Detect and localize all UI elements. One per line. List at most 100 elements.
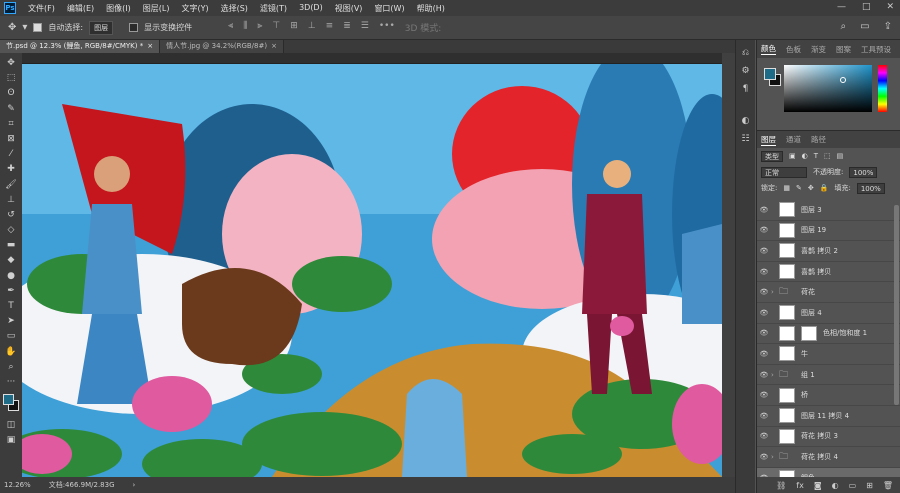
- layer-thumbnail[interactable]: [779, 202, 795, 218]
- close-window-button[interactable]: ✕: [886, 2, 894, 12]
- show-transform-checkbox[interactable]: [129, 23, 139, 32]
- tab-channels[interactable]: 通道: [786, 134, 801, 145]
- search-icon[interactable]: ⌕: [841, 21, 847, 32]
- layer-row[interactable]: 👁 图层 3: [757, 200, 900, 221]
- visibility-eye-icon[interactable]: 👁: [757, 247, 771, 255]
- menu-item[interactable]: 文件(F): [22, 3, 61, 14]
- color-cursor[interactable]: [840, 77, 846, 83]
- dodge-tool-icon[interactable]: ●: [4, 269, 18, 284]
- tab-color[interactable]: 颜色: [761, 43, 776, 55]
- align-left-icon[interactable]: ⫷: [228, 21, 233, 34]
- layer-thumbnail[interactable]: [779, 222, 795, 238]
- clone-stamp-tool-icon[interactable]: ⊥: [4, 193, 18, 208]
- lock-pixels-icon[interactable]: ▦: [783, 184, 790, 192]
- libraries-icon[interactable]: ☷: [739, 132, 753, 146]
- fill-input[interactable]: 100%: [856, 182, 885, 194]
- visibility-eye-icon[interactable]: 👁: [757, 350, 771, 358]
- menu-item[interactable]: 文字(Y): [175, 3, 214, 14]
- tab-swatches[interactable]: 色板: [786, 44, 801, 55]
- visibility-eye-icon[interactable]: 👁: [757, 371, 771, 379]
- workspace-icon[interactable]: ▭: [860, 21, 869, 32]
- adjustments-icon[interactable]: ◐: [739, 114, 753, 128]
- quick-mask-icon[interactable]: ◫: [4, 418, 18, 433]
- saturation-field[interactable]: [784, 65, 872, 112]
- layer-row[interactable]: 👁 › 🗀 荷花 拷贝 4: [757, 447, 900, 468]
- lock-position-icon[interactable]: ✥: [808, 184, 814, 192]
- chevron-down-icon[interactable]: ▾: [22, 22, 27, 33]
- align-bottom-icon[interactable]: ⊥: [308, 21, 316, 34]
- mask-icon[interactable]: ◙: [814, 481, 822, 490]
- folder-icon[interactable]: ▭: [849, 481, 857, 490]
- minimize-button[interactable]: —: [837, 2, 846, 12]
- foreground-color-swatch[interactable]: [764, 68, 776, 80]
- visibility-eye-icon[interactable]: 👁: [757, 226, 771, 234]
- align-right-icon[interactable]: ⫸: [257, 21, 262, 34]
- blend-mode-dropdown[interactable]: 正常: [761, 166, 807, 178]
- healing-brush-tool-icon[interactable]: ✚: [4, 162, 18, 177]
- layer-row[interactable]: 👁 色相/饱和度 1: [757, 324, 900, 345]
- new-layer-icon[interactable]: ⊞: [866, 481, 873, 490]
- lasso-tool-icon[interactable]: ʘ: [4, 86, 18, 101]
- layers-scrollbar[interactable]: [894, 205, 899, 405]
- layer-thumbnail[interactable]: [779, 243, 795, 259]
- layer-row[interactable]: 👁鲤鱼: [757, 467, 900, 477]
- visibility-eye-icon[interactable]: 👁: [757, 288, 771, 296]
- auto-select-dropdown[interactable]: 图层: [89, 20, 114, 35]
- layer-row[interactable]: 👁 图层 11 拷贝 4: [757, 406, 900, 427]
- distribute-bottom-icon[interactable]: ☰: [361, 21, 369, 34]
- more-tools-icon[interactable]: ···: [4, 375, 18, 390]
- zoom-tool-icon[interactable]: ⌕: [4, 360, 18, 375]
- gradient-tool-icon[interactable]: ▬: [4, 238, 18, 253]
- lock-paint-icon[interactable]: ✎: [796, 184, 802, 192]
- paragraph-icon[interactable]: ¶: [739, 82, 753, 96]
- layer-thumbnail[interactable]: [779, 346, 795, 362]
- adjustment-thumbnail[interactable]: [779, 325, 795, 341]
- tab-close-icon[interactable]: ×: [147, 42, 153, 50]
- align-top-icon[interactable]: ⊤: [272, 21, 280, 34]
- layer-row[interactable]: 👁 › 🗀 荷花: [757, 282, 900, 303]
- distribute-top-icon[interactable]: ≡: [326, 21, 334, 34]
- crop-tool-icon[interactable]: ⌗: [4, 117, 18, 132]
- link-icon[interactable]: ⛓: [776, 481, 786, 490]
- layer-filter-dropdown[interactable]: 类型: [761, 150, 783, 162]
- visibility-eye-icon[interactable]: 👁: [757, 391, 771, 399]
- visibility-eye-icon[interactable]: 👁: [757, 309, 771, 317]
- layer-row[interactable]: 👁 桥: [757, 385, 900, 406]
- marquee-tool-icon[interactable]: ⬚: [4, 71, 18, 86]
- eraser-tool-icon[interactable]: ◇: [4, 223, 18, 238]
- screen-mode-icon[interactable]: ▣: [4, 433, 18, 448]
- menu-item[interactable]: 窗口(W): [368, 3, 410, 14]
- layer-thumbnail[interactable]: [779, 264, 795, 280]
- document-canvas[interactable]: [22, 64, 722, 477]
- layer-thumbnail[interactable]: [779, 387, 795, 403]
- menu-item[interactable]: 视图(V): [329, 3, 369, 14]
- history-icon[interactable]: ⎌: [739, 46, 753, 60]
- chevron-right-icon[interactable]: ›: [771, 453, 779, 461]
- layer-row[interactable]: 👁 喜鹊 拷贝: [757, 262, 900, 283]
- layer-row[interactable]: 👁 荷花 拷贝 3: [757, 427, 900, 448]
- visibility-eye-icon[interactable]: 👁: [757, 206, 771, 214]
- tab-tool-presets[interactable]: 工具预设: [861, 44, 891, 55]
- distribute-middle-icon[interactable]: ≣: [343, 21, 351, 34]
- status-arrow-icon[interactable]: ›: [133, 481, 136, 489]
- layer-row[interactable]: 👁 牛: [757, 344, 900, 365]
- zoom-level[interactable]: 12.26%: [4, 481, 31, 489]
- hand-tool-icon[interactable]: ✋: [4, 345, 18, 360]
- align-middle-icon[interactable]: ⊞: [290, 21, 298, 34]
- tab-patterns[interactable]: 图案: [836, 44, 851, 55]
- pen-tool-icon[interactable]: ✒: [4, 284, 18, 299]
- maximize-button[interactable]: □: [862, 2, 871, 12]
- visibility-eye-icon[interactable]: 👁: [757, 412, 771, 420]
- menu-item[interactable]: 滤镜(T): [254, 3, 293, 14]
- fx-icon[interactable]: fx: [796, 481, 804, 490]
- history-brush-tool-icon[interactable]: ↺: [4, 208, 18, 223]
- tab-current-document[interactable]: 节.psd @ 12.3% (鲤鱼, RGB/8#/CMYK) * ×: [0, 40, 161, 53]
- layer-row[interactable]: 👁 图层 4: [757, 303, 900, 324]
- layer-row[interactable]: 👁 › 🗀 组 1: [757, 365, 900, 386]
- type-tool-icon[interactable]: T: [4, 299, 18, 314]
- auto-select-checkbox[interactable]: [33, 23, 43, 32]
- move-tool-icon[interactable]: ✥: [4, 56, 18, 71]
- filter-shape-icon[interactable]: ⬚: [824, 152, 831, 160]
- layer-row[interactable]: 👁 喜鹊 拷贝 2: [757, 241, 900, 262]
- visibility-eye-icon[interactable]: 👁: [757, 453, 771, 461]
